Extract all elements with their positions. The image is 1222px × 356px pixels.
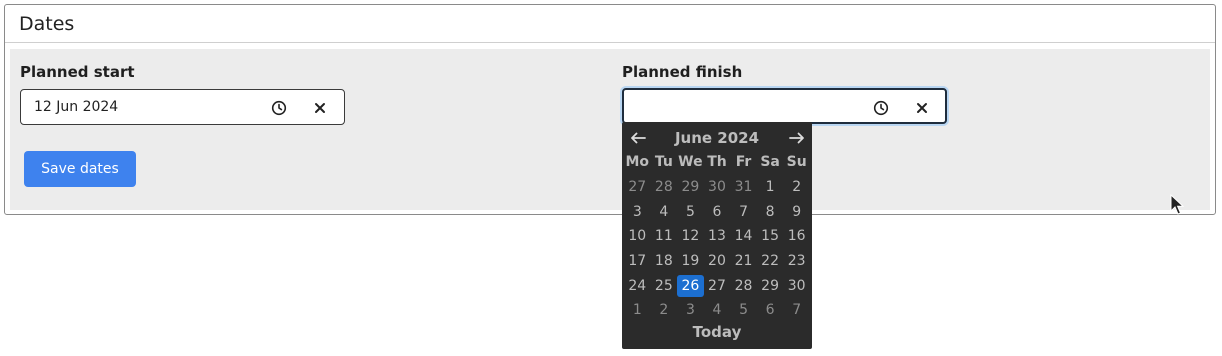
planned-finish-input[interactable]	[637, 97, 857, 117]
calendar-day[interactable]: 21	[730, 253, 757, 269]
calendar-day[interactable]: 18	[651, 253, 678, 269]
calendar-day[interactable]: 13	[704, 228, 731, 244]
calendar-day[interactable]: 16	[783, 228, 810, 244]
calendar-day-selected[interactable]: 26	[677, 274, 704, 297]
calendar-week-row: 1234567	[624, 298, 810, 323]
calendar-day[interactable]: 4	[651, 204, 678, 220]
calendar-day[interactable]: 23	[783, 253, 810, 269]
dates-panel: Dates Planned start Planned finish	[4, 4, 1216, 215]
calendar-day[interactable]: 2	[651, 302, 678, 318]
weekday-label: Fr	[735, 154, 752, 171]
clock-icon[interactable]	[871, 98, 891, 118]
calendar-day[interactable]: 5	[677, 204, 704, 220]
calendar-day[interactable]: 1	[624, 302, 651, 318]
mouse-cursor-icon	[1170, 193, 1185, 220]
calendar-day[interactable]: 4	[704, 302, 731, 318]
calendar-day[interactable]: 7	[730, 204, 757, 220]
weekday-label: Mo	[625, 154, 650, 171]
calendar-day[interactable]: 27	[704, 278, 731, 294]
calendar-day[interactable]: 17	[624, 253, 651, 269]
date-picker-popup: June 2024 Mo Tu We Th Fr Sa Su 27 28 29 30 31 1 2 3 4 5 6…	[622, 122, 812, 349]
save-dates-button[interactable]: Save dates	[24, 151, 136, 187]
calendar-day[interactable]: 3	[677, 302, 704, 318]
planned-start-input[interactable]	[34, 97, 254, 117]
calendar-day[interactable]: 22	[757, 253, 784, 269]
planned-start-field[interactable]	[20, 89, 345, 125]
calendar-day[interactable]: 6	[757, 302, 784, 318]
calendar-day[interactable]: 28	[730, 278, 757, 294]
calendar-day[interactable]: 19	[677, 253, 704, 269]
panel-body: Planned start Planned finish	[10, 49, 1210, 210]
calendar-day[interactable]: 29	[677, 179, 704, 195]
planned-finish-field[interactable]	[622, 88, 947, 124]
calendar-day[interactable]: 11	[651, 228, 678, 244]
calendar-day[interactable]: 31	[730, 179, 757, 195]
calendar-day[interactable]: 30	[783, 278, 810, 294]
clear-x-icon[interactable]	[310, 98, 330, 118]
calendar-month-title: June 2024	[674, 129, 760, 147]
weekday-header-row: Mo Tu We Th Fr Sa Su	[624, 150, 810, 175]
calendar-day[interactable]: 20	[704, 253, 731, 269]
calendar-week-row: 24 25 26 27 28 29 30	[624, 273, 810, 298]
arrow-right-icon[interactable]	[786, 127, 808, 149]
calendar-day[interactable]: 9	[783, 204, 810, 220]
calendar-day[interactable]: 10	[624, 228, 651, 244]
calendar-week-row: 3456789	[624, 199, 810, 224]
calendar-day[interactable]: 25	[651, 278, 678, 294]
calendar-day[interactable]: 3	[624, 204, 651, 220]
calendar-day[interactable]: 15	[757, 228, 784, 244]
calendar-day[interactable]: 14	[730, 228, 757, 244]
calendar-day[interactable]: 7	[783, 302, 810, 318]
calendar-day[interactable]: 6	[704, 204, 731, 220]
panel-divider	[5, 42, 1215, 43]
clear-x-icon[interactable]	[912, 98, 932, 118]
weekday-label: Th	[707, 154, 727, 171]
weekday-label: Su	[786, 154, 807, 171]
calendar-day[interactable]: 5	[730, 302, 757, 318]
calendar-day[interactable]: 1	[757, 179, 784, 195]
calendar-week-row: 10 11 12 13 14 15 16	[624, 224, 810, 249]
planned-start-label: Planned start	[20, 63, 135, 81]
calendar-day[interactable]: 30	[704, 179, 731, 195]
calendar-day[interactable]: 8	[757, 204, 784, 220]
calendar-week-row: 27 28 29 30 31 1 2	[624, 175, 810, 200]
calendar-day[interactable]: 29	[757, 278, 784, 294]
calendar-header: June 2024	[622, 127, 812, 149]
weekday-label: Sa	[760, 154, 780, 171]
calendar-day[interactable]: 24	[624, 278, 651, 294]
calendar-grid: Mo Tu We Th Fr Sa Su 27 28 29 30 31 1 2 3 4 5 6 7 8 9 10 11 12 1…	[624, 150, 810, 323]
weekday-label: Tu	[654, 154, 673, 171]
planned-finish-label: Planned finish	[622, 63, 743, 81]
calendar-day[interactable]: 28	[651, 179, 678, 195]
calendar-day[interactable]: 27	[624, 179, 651, 195]
clock-icon[interactable]	[269, 98, 289, 118]
today-button[interactable]: Today	[622, 323, 812, 341]
calendar-week-row: 17 18 19 20 21 22 23	[624, 249, 810, 274]
calendar-day[interactable]: 12	[677, 228, 704, 244]
weekday-label: We	[678, 154, 703, 171]
panel-title: Dates	[19, 13, 75, 35]
calendar-day[interactable]: 2	[783, 179, 810, 195]
